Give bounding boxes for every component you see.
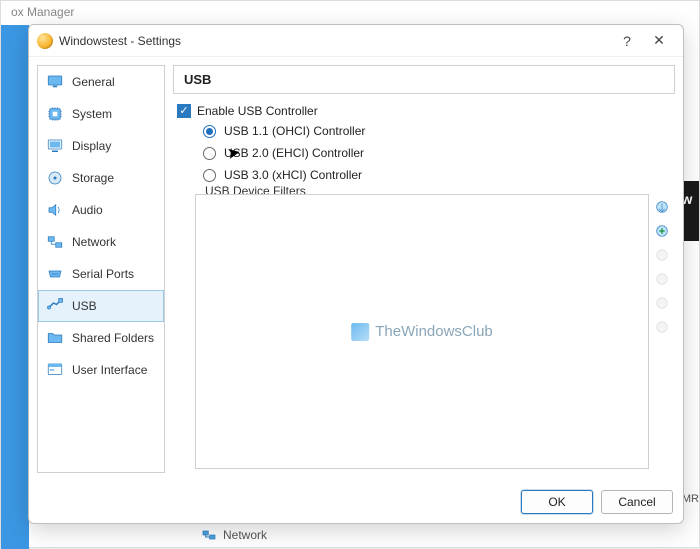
- ok-button[interactable]: OK: [521, 490, 593, 514]
- edit-icon: [654, 247, 670, 263]
- watermark-text: TheWindowsClub: [375, 323, 493, 340]
- usb30-label: USB 3.0 (xHCI) Controller: [224, 168, 362, 182]
- sidebar-item-serial-ports[interactable]: Serial Ports: [38, 258, 164, 290]
- cancel-button[interactable]: Cancel: [601, 490, 673, 514]
- sidebar-item-label: Storage: [72, 171, 114, 185]
- usb-controller-radio-group: USB 1.1 (OHCI) Controller USB 2.0 (EHCI)…: [203, 124, 671, 182]
- sidebar-item-user-interface[interactable]: User Interface: [38, 354, 164, 386]
- chip-icon: [46, 105, 64, 123]
- category-list[interactable]: General System Display Storage Audio Net…: [37, 65, 165, 473]
- usb30-radio-row[interactable]: USB 3.0 (xHCI) Controller: [203, 168, 671, 182]
- sidebar-item-label: Shared Folders: [72, 331, 154, 345]
- serial-port-icon: [46, 265, 64, 283]
- usb11-radio-row[interactable]: USB 1.1 (OHCI) Controller: [203, 124, 671, 138]
- network-icon: [46, 233, 64, 251]
- dialog-titlebar: Windowstest - Settings ? ✕: [29, 25, 683, 57]
- remove-filter-button[interactable]: [653, 270, 671, 288]
- sidebar-item-label: USB: [72, 299, 97, 313]
- arrow-up-icon: [654, 295, 670, 311]
- sidebar-item-network[interactable]: Network: [38, 226, 164, 258]
- sidebar-item-label: System: [72, 107, 112, 121]
- usb20-label: USB 2.0 (EHCI) Controller: [224, 146, 364, 160]
- usb-filters-fieldset: USB Device Filters TheWindowsClub: [195, 192, 671, 469]
- sidebar-item-label: User Interface: [72, 363, 147, 377]
- help-button[interactable]: ?: [611, 27, 643, 55]
- usb30-radio[interactable]: [203, 169, 216, 182]
- sidebar-item-label: Audio: [72, 203, 103, 217]
- speaker-icon: [46, 201, 64, 219]
- sidebar-item-label: Serial Ports: [72, 267, 134, 281]
- usb11-label: USB 1.1 (OHCI) Controller: [224, 124, 365, 138]
- display-icon: [46, 137, 64, 155]
- parent-network-label: Network: [223, 528, 267, 542]
- enable-usb-label: Enable USB Controller: [197, 104, 318, 118]
- monitor-icon: [46, 73, 64, 91]
- usb-add-icon: [654, 223, 670, 239]
- dialog-footer: OK Cancel: [29, 481, 683, 523]
- enable-usb-checkbox[interactable]: ✓: [177, 104, 191, 118]
- usb-filter-actions: [649, 192, 671, 469]
- usb-plug-icon: [654, 199, 670, 215]
- sidebar-item-shared-folders[interactable]: Shared Folders: [38, 322, 164, 354]
- sidebar-item-usb[interactable]: USB: [38, 290, 164, 322]
- app-icon: [37, 33, 53, 49]
- sidebar-item-label: Network: [72, 235, 116, 249]
- watermark-icon: [351, 323, 369, 341]
- sidebar-item-system[interactable]: System: [38, 98, 164, 130]
- settings-dialog: Windowstest - Settings ? ✕ General Syste…: [28, 24, 684, 524]
- edit-filter-button[interactable]: [653, 246, 671, 264]
- arrow-down-icon: [654, 319, 670, 335]
- sidebar-item-display[interactable]: Display: [38, 130, 164, 162]
- watermark: TheWindowsClub: [351, 323, 493, 341]
- disk-icon: [46, 169, 64, 187]
- network-icon: [201, 527, 217, 543]
- enable-usb-row[interactable]: ✓ Enable USB Controller: [177, 104, 671, 118]
- move-filter-down-button[interactable]: [653, 318, 671, 336]
- parent-sidebar: [1, 25, 29, 549]
- sidebar-item-storage[interactable]: Storage: [38, 162, 164, 194]
- usb11-radio[interactable]: [203, 125, 216, 138]
- close-button[interactable]: ✕: [643, 27, 675, 55]
- usb-filters-list[interactable]: TheWindowsClub: [195, 194, 649, 469]
- dialog-title: Windowstest - Settings: [59, 34, 611, 48]
- folder-icon: [46, 329, 64, 347]
- sidebar-item-label: Display: [72, 139, 111, 153]
- parent-network-footer: Network: [201, 527, 267, 543]
- section-title: USB: [173, 65, 675, 94]
- sidebar-item-general[interactable]: General: [38, 66, 164, 98]
- usb20-radio[interactable]: [203, 147, 216, 160]
- settings-content: USB ✓ Enable USB Controller USB 1.1 (OHC…: [173, 65, 675, 473]
- usb20-radio-row[interactable]: USB 2.0 (EHCI) Controller: [203, 146, 671, 160]
- parent-window-title: ox Manager: [1, 1, 699, 25]
- add-filter-from-device-button[interactable]: [653, 222, 671, 240]
- add-empty-filter-button[interactable]: [653, 198, 671, 216]
- sidebar-item-audio[interactable]: Audio: [38, 194, 164, 226]
- ui-icon: [46, 361, 64, 379]
- usb-icon: [46, 297, 64, 315]
- sidebar-item-label: General: [72, 75, 115, 89]
- move-filter-up-button[interactable]: [653, 294, 671, 312]
- remove-icon: [654, 271, 670, 287]
